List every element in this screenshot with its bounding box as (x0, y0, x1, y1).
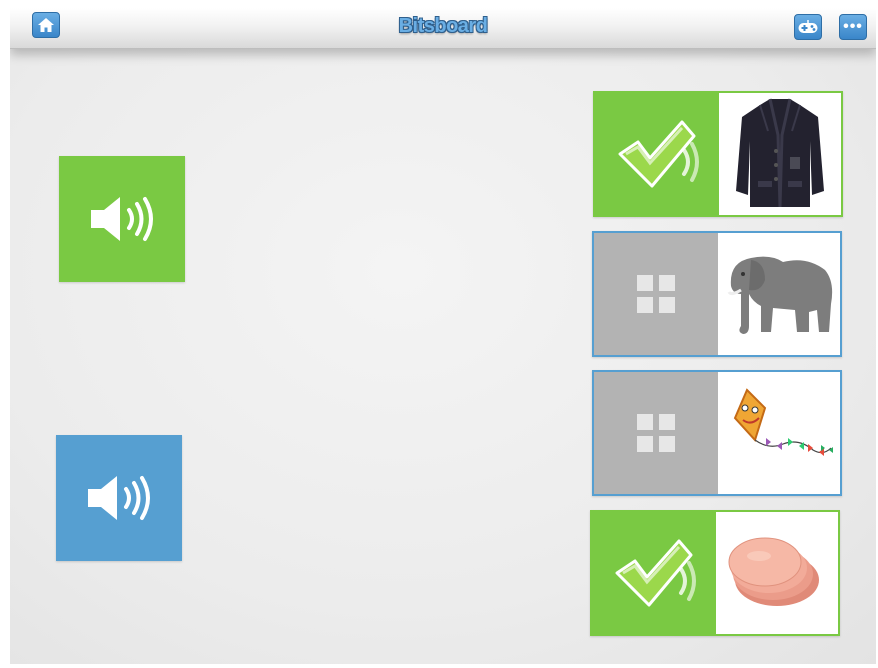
answer-image (716, 512, 838, 634)
more-options-button[interactable]: ••• (839, 14, 867, 40)
answer-status-pending (594, 233, 718, 355)
top-toolbar: Bitsboard ••• (10, 8, 876, 49)
checkmark-icon (618, 120, 699, 188)
speaker-icon (91, 197, 153, 241)
answer-card-jacket[interactable] (593, 91, 843, 217)
game-button[interactable] (794, 14, 822, 40)
answer-status-pending (594, 372, 718, 494)
gamepad-icon (798, 20, 818, 33)
ham-image (728, 537, 819, 606)
answer-image (719, 93, 841, 215)
answer-card-kite[interactable] (592, 370, 842, 496)
answer-status-correct (592, 512, 716, 634)
jacket-image (736, 98, 824, 208)
answer-image (718, 372, 840, 494)
answer-card-ham[interactable] (590, 510, 840, 636)
kite-image (733, 388, 833, 456)
play-sound-button-blue[interactable] (56, 435, 182, 561)
bitsboard-screen: Bitsboard ••• (10, 8, 876, 664)
answer-status-correct (595, 93, 719, 215)
play-sound-button-green[interactable] (59, 156, 185, 282)
speaker-icon (88, 476, 150, 520)
answer-card-elephant[interactable] (592, 231, 842, 357)
app-title: Bitsboard (398, 15, 488, 37)
grid-icon (637, 414, 675, 452)
elephant-image (727, 256, 833, 334)
answer-image (718, 233, 840, 355)
checkmark-icon (615, 539, 696, 607)
grid-icon (637, 275, 675, 313)
ellipsis-icon: ••• (843, 18, 863, 35)
